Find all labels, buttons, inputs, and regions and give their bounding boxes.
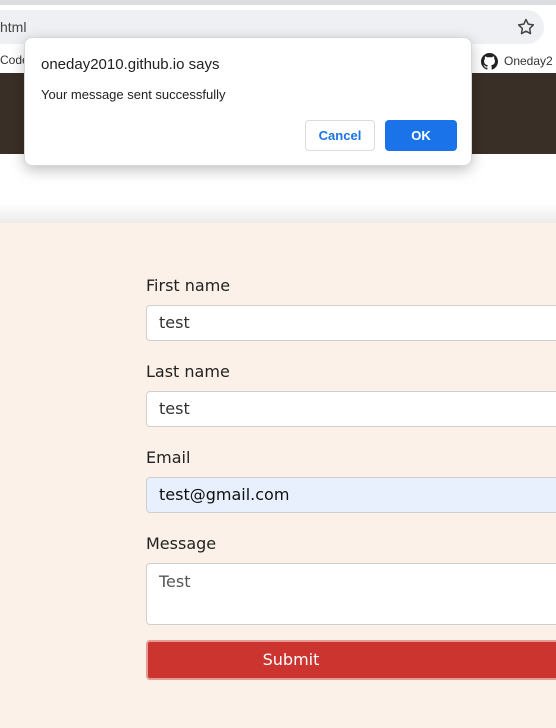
last-name-input[interactable]: test — [146, 391, 556, 427]
first-name-label: First name — [146, 276, 231, 295]
bookmark-oneday[interactable]: Oneday2 — [481, 51, 553, 71]
bookmark-star-icon[interactable] — [516, 17, 536, 37]
email-input[interactable]: test@gmail.com — [146, 477, 556, 513]
dialog-ok-button[interactable]: OK — [385, 120, 457, 151]
message-textarea[interactable]: Test — [146, 563, 556, 625]
submit-button[interactable]: Submit — [146, 640, 556, 680]
dialog-message: Your message sent successfully — [41, 87, 226, 102]
first-name-input[interactable]: test — [146, 305, 556, 341]
submit-button-label: Submit — [262, 650, 320, 669]
address-text[interactable]: html — [0, 19, 26, 35]
dialog-cancel-button[interactable]: Cancel — [305, 120, 375, 151]
message-label: Message — [146, 534, 217, 553]
github-icon — [481, 52, 498, 70]
alert-dialog: oneday2010.github.io says Your message s… — [24, 37, 472, 166]
bookmark-oneday-label: Oneday2 — [504, 54, 553, 68]
dialog-title: oneday2010.github.io says — [41, 56, 220, 73]
last-name-label: Last name — [146, 362, 230, 381]
email-label: Email — [146, 448, 191, 467]
